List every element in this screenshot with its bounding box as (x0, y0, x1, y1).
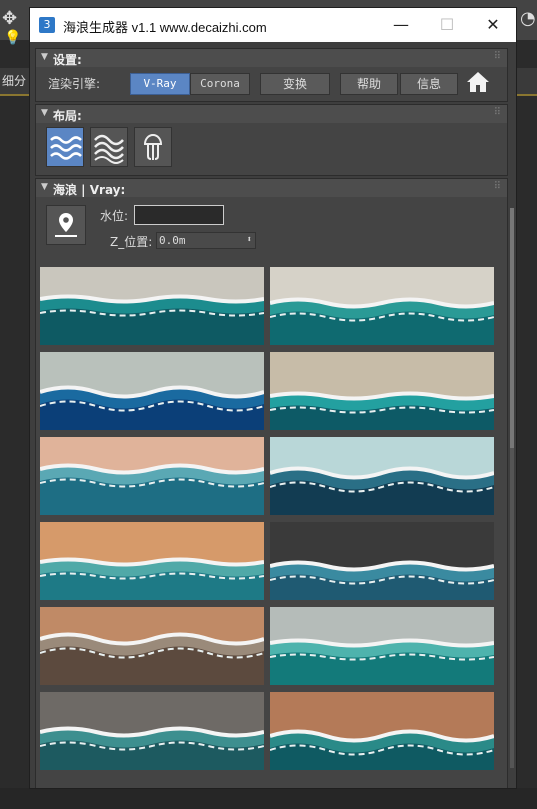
layout-header[interactable]: ▼ 布局: ⠿ (36, 105, 507, 123)
close-button[interactable]: ✕ (470, 8, 516, 42)
wave-preview-image (40, 267, 264, 345)
settings-title: 设置: (53, 53, 82, 67)
wave-thumbnail[interactable] (40, 522, 264, 600)
grip-icon: ⠿ (493, 51, 501, 62)
wave-preview-image (40, 352, 264, 430)
waves-panel: ▼ 海浪 | Vray: ⠿ 水位: Z_位置: 0.0m ⬍ (35, 178, 508, 788)
render-engine-label: 渲染引擎: (48, 77, 101, 91)
title-bar[interactable]: 3 海浪生成器 v1.1 www.decaizhi.com — ☐ ✕ (30, 8, 516, 42)
app-icon: 3 (39, 17, 55, 33)
wave-thumbnail[interactable] (40, 267, 264, 345)
lightbulb-icon[interactable]: 💡 (4, 30, 21, 46)
collapse-arrow-icon[interactable]: ▼ (41, 108, 48, 118)
wave-thumbnail[interactable] (270, 352, 494, 430)
wave-preview-image (270, 437, 494, 515)
wave-thumbnail[interactable] (270, 607, 494, 685)
window-title: 海浪生成器 v1.1 www.decaizhi.com (63, 20, 267, 35)
wave-preview-image (40, 607, 264, 685)
collapse-arrow-icon[interactable]: ▼ (41, 52, 48, 62)
grip-icon: ⠿ (493, 107, 501, 118)
wave-preview-image (270, 692, 494, 770)
waves-title: 海浪 | Vray: (53, 183, 126, 197)
app-menu-icon[interactable]: ◔ (520, 8, 536, 29)
settings-header[interactable]: ▼ 设置: ⠿ (36, 49, 507, 67)
water-level-label: 水位: (100, 209, 129, 223)
corona-button[interactable]: Corona (190, 73, 250, 95)
wave-preview-image (270, 607, 494, 685)
minimize-button[interactable]: — (378, 8, 424, 42)
info-button[interactable]: 信息 (400, 73, 458, 95)
wave-thumbnail[interactable] (40, 692, 264, 770)
wave-thumbnail[interactable] (270, 437, 494, 515)
wave-thumbnail[interactable] (270, 692, 494, 770)
home-icon[interactable] (466, 71, 490, 95)
vray-button[interactable]: V-Ray (130, 73, 190, 95)
wave-preview-image (270, 267, 494, 345)
move-icon[interactable]: ✥ (2, 8, 17, 29)
location-pin-icon[interactable] (46, 205, 86, 245)
help-button[interactable]: 帮助 (340, 73, 398, 95)
layout-panel: ▼ 布局: ⠿ (35, 104, 508, 176)
water-level-input[interactable] (134, 205, 224, 225)
jellyfish-icon[interactable] (134, 127, 172, 167)
wave-thumbnail[interactable] (40, 352, 264, 430)
wave-generator-window: 3 海浪生成器 v1.1 www.decaizhi.com — ☐ ✕ ▼ 设置… (30, 8, 516, 788)
wave-preview-image (40, 437, 264, 515)
wave-preview-image (40, 692, 264, 770)
swap-button[interactable]: 变换 (260, 73, 330, 95)
layout-title: 布局: (53, 109, 82, 123)
waves-header[interactable]: ▼ 海浪 | Vray: ⠿ (36, 179, 507, 197)
wave-preview-image (270, 522, 494, 600)
wave-preview-image (40, 522, 264, 600)
collapse-arrow-icon[interactable]: ▼ (41, 182, 48, 192)
wave-thumbnail[interactable] (40, 607, 264, 685)
wave-preview-image (270, 352, 494, 430)
wave-thumbnail[interactable] (40, 437, 264, 515)
wave-thumbnail[interactable] (270, 267, 494, 345)
wave-layout-2-icon[interactable] (90, 127, 128, 167)
maximize-button[interactable]: ☐ (424, 8, 470, 42)
wave-layout-1-icon[interactable] (46, 127, 84, 167)
z-position-spinner[interactable]: 0.0m ⬍ (156, 232, 256, 249)
wave-thumbnail[interactable] (270, 522, 494, 600)
settings-panel: ▼ 设置: ⠿ 渲染引擎: V-Ray Corona 变换 帮助 信息 (35, 48, 508, 102)
grip-icon: ⠿ (493, 181, 501, 192)
host-subdivide-label: 细分 (2, 74, 27, 88)
host-statusbar (0, 788, 537, 809)
scrollbar-thumb[interactable] (510, 208, 514, 448)
spinner-arrows-icon[interactable]: ⬍ (247, 233, 252, 248)
z-position-label: Z_位置: (110, 235, 153, 249)
z-position-value: 0.0m (159, 234, 186, 247)
